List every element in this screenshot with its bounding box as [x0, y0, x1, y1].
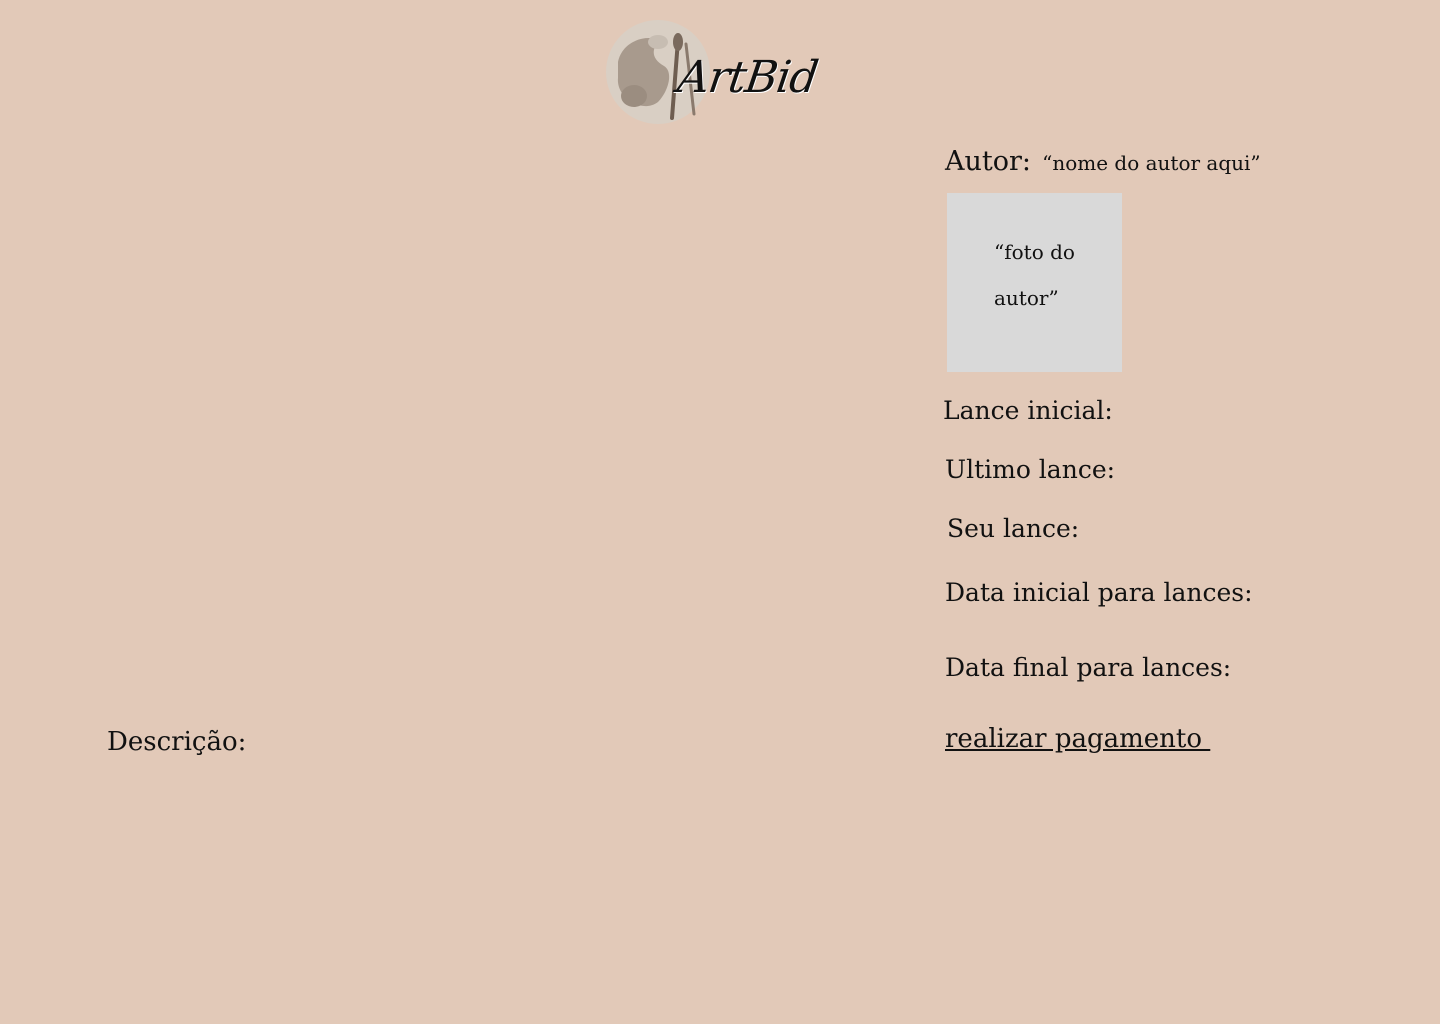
author-label: Autor: [945, 146, 1031, 177]
start-date-label: Data inicial para lances: [945, 578, 1253, 607]
artbid-logo[interactable]: ArtBid [604, 18, 844, 130]
author-row: Autor: “nome do autor aqui” [945, 146, 1261, 177]
description-label: Descrição: [107, 727, 247, 757]
initial-bid-label: Lance inicial: [943, 396, 1113, 425]
logo-wordmark: ArtBid [674, 52, 821, 103]
payment-link[interactable]: realizar pagamento [945, 724, 1210, 754]
your-bid-label: Seu lance: [947, 514, 1080, 543]
author-photo: “foto do autor” [947, 193, 1122, 372]
end-date-label: Data final para lances: [945, 653, 1232, 682]
author-name: “nome do autor aqui” [1042, 151, 1261, 175]
last-bid-label: Ultimo lance: [945, 455, 1116, 484]
author-photo-placeholder: “foto do autor” [994, 240, 1075, 310]
